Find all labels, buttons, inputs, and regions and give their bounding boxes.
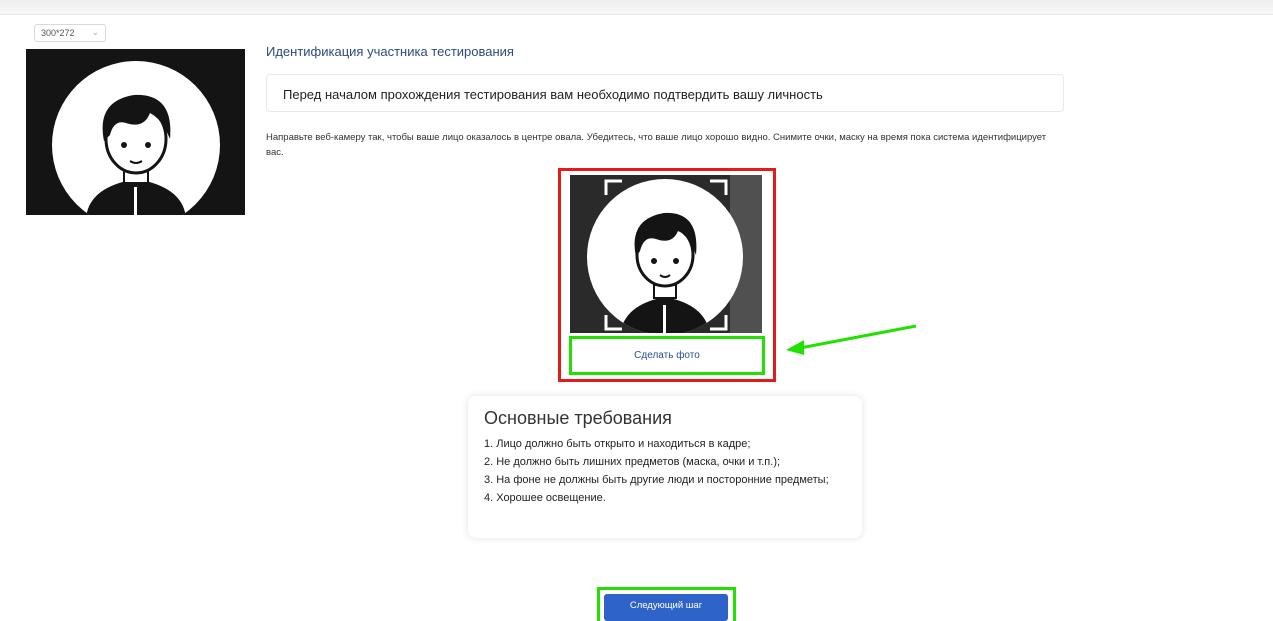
photo-preview — [26, 49, 245, 215]
requirements-title: Основные требования — [484, 408, 672, 428]
camera-instructions: Направьте веб-камеру так, чтобы ваше лиц… — [266, 132, 1047, 158]
requirement-item: 4. Хорошее освещение. — [484, 492, 606, 504]
avatar-illustration — [26, 49, 245, 215]
next-step-button[interactable]: Следующий шаг — [604, 594, 728, 621]
requirement-item: 2. Не должно быть лишних предметов (маск… — [484, 456, 781, 468]
top-bar — [0, 0, 1273, 15]
identity-notice: Перед началом прохождения тестирования в… — [266, 74, 1064, 112]
page-title: Идентификация участника тестирования — [266, 44, 514, 59]
identity-notice-text: Перед началом прохождения тестирования в… — [283, 87, 823, 102]
requirements-card: Основные требования 1. Лицо должно быть … — [468, 396, 862, 538]
chevron-down-icon: ⌄ — [91, 27, 99, 37]
webcam-view — [570, 175, 762, 333]
resolution-select[interactable]: 300*272 ⌄ — [34, 24, 106, 42]
requirement-item: 1. Лицо должно быть открыто и находиться… — [484, 438, 751, 450]
webcam-feed — [570, 175, 762, 333]
take-photo-button[interactable]: Сделать фото — [569, 336, 765, 375]
green-arrow — [786, 324, 917, 355]
resolution-select-value: 300*272 — [41, 28, 75, 38]
requirement-item: 3. На фоне не должны быть другие люди и … — [484, 474, 829, 486]
